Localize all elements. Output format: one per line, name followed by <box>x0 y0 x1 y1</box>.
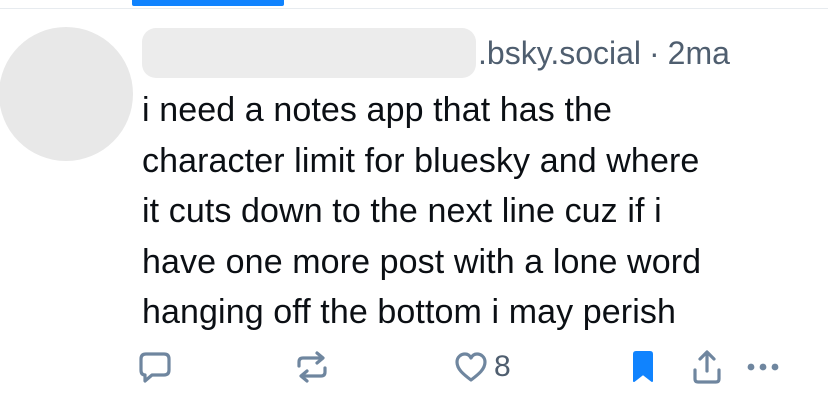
post-text: i need a notes app that has the characte… <box>142 91 702 331</box>
redacted-author-handle[interactable] <box>142 28 476 78</box>
meta-separator: · <box>649 34 660 71</box>
share-button[interactable] <box>690 345 724 389</box>
share-icon <box>690 349 724 385</box>
bookmark-button[interactable] <box>630 345 656 389</box>
reply-icon <box>138 349 172 385</box>
bookmark-icon <box>630 350 656 384</box>
repost-button[interactable] <box>294 345 330 389</box>
author-handle-suffix[interactable]: .bsky.social <box>478 35 641 72</box>
post-content: .bsky.social · 2ma i need a notes app th… <box>142 25 806 338</box>
avatar[interactable] <box>0 27 133 161</box>
post-timestamp[interactable]: 2ma <box>668 35 730 72</box>
repost-icon <box>294 349 330 385</box>
active-tab-indicator <box>132 0 284 6</box>
more-icon <box>746 362 780 372</box>
post-actions: 8 <box>138 345 798 389</box>
like-button[interactable]: 8 <box>454 345 511 389</box>
post-card[interactable]: .bsky.social · 2ma i need a notes app th… <box>0 9 828 413</box>
heart-icon <box>454 351 488 383</box>
more-options-button[interactable] <box>746 345 780 389</box>
reply-button[interactable] <box>138 345 172 389</box>
post-meta: .bsky.social · 2ma <box>142 25 806 81</box>
like-count: 8 <box>494 350 511 383</box>
